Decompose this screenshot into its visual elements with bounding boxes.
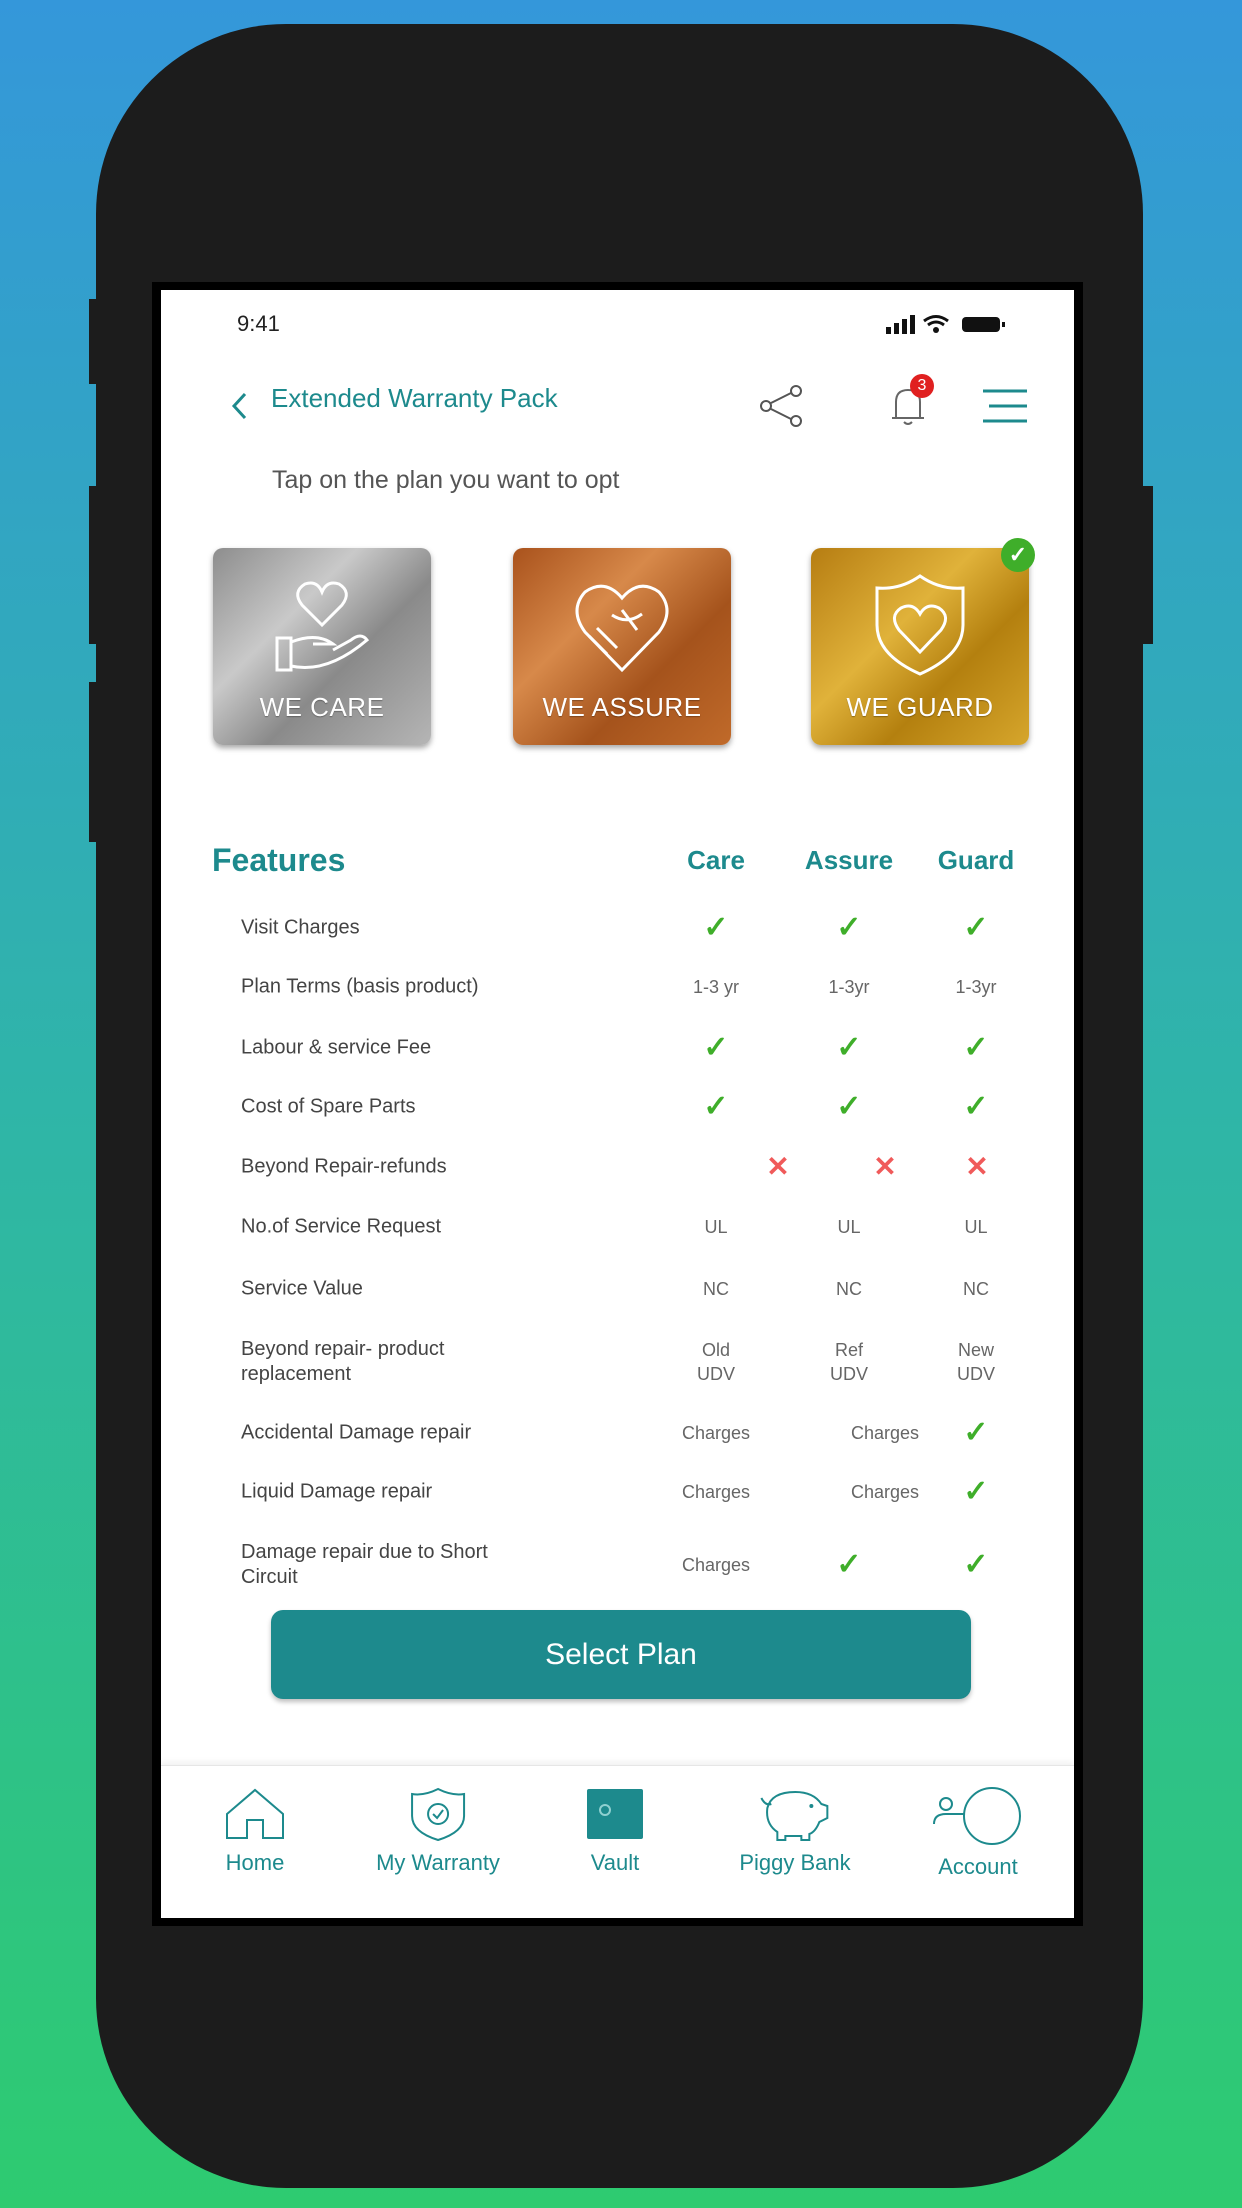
feature-label: Accidental Damage repair [241,1421,472,1444]
feature-value: 1-3 yr [692,977,740,997]
select-plan-button[interactable]: Select Plan [271,1610,971,1699]
volume-down-button [89,682,101,842]
feature-label: Plan Terms (basis product) [241,975,479,998]
feature-value: Old UDV [696,1340,735,1384]
nav-my-warranty[interactable]: My Warranty [376,1786,500,1876]
check-icon: ✓ [703,1031,729,1064]
nav-home[interactable]: Home [223,1786,287,1876]
piggy-bank-icon [760,1790,828,1841]
power-button [1141,486,1153,644]
feature-value: Charges [681,1423,751,1443]
nav-label: Home [225,1850,285,1875]
feature-label: Labour & service Fee [241,1036,432,1059]
check-icon: ✓ [703,1090,729,1123]
check-icon: ✓ [963,1090,989,1123]
share-icon [760,385,802,427]
feature-value: NC [963,1279,989,1299]
feature-label: No.of Service Request [241,1215,442,1238]
status-icons [886,312,1036,341]
features-heading: Features [212,842,346,878]
notifications-button[interactable]: 3 [888,374,934,433]
check-icon: ✓ [836,1548,862,1581]
plan-card-guard[interactable]: WE GUARD ✓ [811,538,1035,745]
notification-badge: 3 [910,374,934,398]
shield-check-icon [410,1787,465,1842]
feature-label: Liquid Damage repair [241,1480,433,1503]
signal-wifi-battery-icon [886,315,1005,334]
plan-card-label: WE CARE [259,692,385,722]
nav-vault[interactable]: Vault [585,1786,645,1876]
home-icon [226,1788,284,1839]
feature-value: UL [964,1217,988,1237]
column-header-care: Care [687,845,745,875]
feature-value: Charges [681,1555,751,1575]
bottom-nav: Home My Warranty Vault Piggy Bank Accoun… [161,1765,1074,1918]
check-icon: ✓ [836,1090,862,1123]
check-icon: ✓ [963,1416,989,1449]
plan-card-label: WE GUARD [846,692,994,722]
nav-label: Piggy Bank [739,1850,851,1875]
feature-value: NC [836,1279,862,1299]
mute-switch [89,299,101,384]
page-title: Extended Warranty Pack [271,383,558,413]
feature-label: Cost of Spare Parts [241,1095,416,1118]
feature-value: New UDV [956,1340,995,1384]
column-header-guard: Guard [937,845,1015,875]
cross-icon: ✕ [766,1151,790,1182]
check-icon: ✓ [703,911,729,944]
cross-icon: ✕ [965,1151,989,1182]
app-screen: 9:41 Extended Warranty Pack 3 Tap on the… [161,290,1074,1918]
check-icon: ✓ [963,1031,989,1064]
check-icon: ✓ [963,1475,989,1508]
chevron-left-icon [231,392,247,420]
feature-value: Charges [850,1423,920,1443]
feature-value: UL [704,1217,728,1237]
cross-icon: ✕ [873,1151,897,1182]
menu-button[interactable] [981,388,1029,429]
plan-card-label: WE ASSURE [542,692,702,722]
hamburger-menu-icon [983,389,1027,423]
nav-label: Account [938,1854,1018,1879]
feature-value: Charges [850,1482,920,1502]
share-button[interactable] [758,384,804,433]
feature-value: Ref UDV [829,1340,868,1384]
feature-value: 1-3yr [955,977,997,997]
nav-piggy-bank[interactable]: Piggy Bank [739,1786,851,1876]
account-icon [933,1787,1021,1845]
check-icon: ✓ [963,911,989,944]
nav-account[interactable]: Account [930,1786,1026,1880]
plan-card-care[interactable]: WE CARE [213,548,431,745]
nav-label: My Warranty [376,1850,500,1875]
vault-icon [587,1789,643,1839]
shield-heart-icon [875,574,965,676]
feature-label: Damage repair due to Short Circuit [241,1541,488,1588]
nav-label: Vault [590,1850,640,1875]
status-time: 9:41 [237,311,280,336]
feature-value: Charges [681,1482,751,1502]
heart-in-hand-icon [275,581,370,672]
back-button[interactable] [229,390,249,427]
feature-value: NC [703,1279,729,1299]
feature-label: Service Value [241,1277,363,1300]
selected-check-icon: ✓ [1001,538,1035,572]
check-icon: ✓ [836,911,862,944]
volume-up-button [89,486,101,644]
feature-value: 1-3yr [828,977,870,997]
feature-label: Beyond Repair-refunds [241,1155,447,1178]
check-icon: ✓ [963,1548,989,1581]
handshake-heart-icon [575,584,669,673]
feature-value: UL [837,1217,861,1237]
plan-card-assure[interactable]: WE ASSURE [513,548,731,745]
column-header-assure: Assure [804,845,894,875]
feature-label: Beyond repair- product replacement [241,1338,445,1385]
feature-label: Visit Charges [241,916,360,939]
check-icon: ✓ [836,1031,862,1064]
instruction-text: Tap on the plan you want to opt [272,466,620,494]
